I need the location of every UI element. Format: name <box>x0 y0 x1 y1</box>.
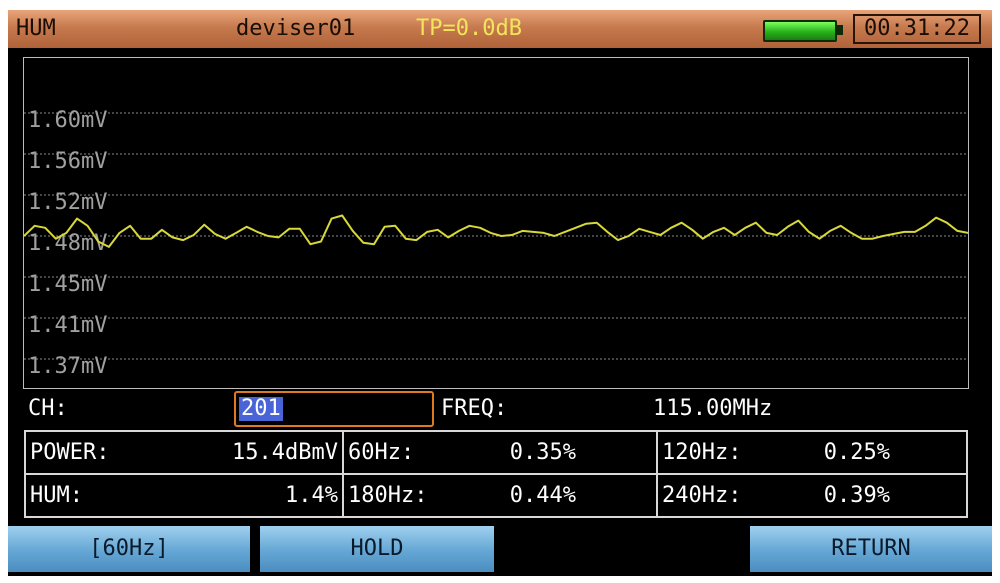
hz60-label: 60Hz: <box>348 440 415 465</box>
softkey-hold[interactable]: HOLD <box>260 526 494 572</box>
hum-graph-canvas: 1.60mV 1.56mV 1.52mV 1.48mV 1.45mV 1.41mV 1.37… <box>24 108 968 379</box>
softkey-empty[interactable] <box>498 526 746 572</box>
power-value: 15.4dBmV <box>232 440 338 465</box>
hum-graph: 1.60mV 1.56mV 1.52mV 1.48mV 1.45mV 1.41mV 1.37… <box>23 57 969 389</box>
hz180-value: 0.44% <box>509 483 576 508</box>
power-label: POWER: <box>30 440 110 465</box>
top-status-bar: HUM deviser01 TP=0.0dB 00:31:22 <box>8 10 992 48</box>
channel-value: 201 <box>239 396 283 421</box>
battery-icon <box>763 20 837 42</box>
measurement-cell: POWER: 15.4dBmV <box>24 430 344 475</box>
graph-level-label: 1.48mV <box>28 231 107 256</box>
measurement-table: POWER: 15.4dBmV 60Hz: 0.35% 120Hz: 0.25%… <box>24 430 968 518</box>
frequency-value: 115.00MHz <box>653 396 773 421</box>
hz60-value: 0.35% <box>509 440 576 465</box>
hz120-value: 0.25% <box>823 440 890 465</box>
measurement-cell: 240Hz: 0.39% <box>656 473 968 518</box>
frequency-label: FREQ: <box>441 396 508 421</box>
hz120-label: 120Hz: <box>662 440 742 465</box>
measurement-cell: 60Hz: 0.35% <box>342 430 658 475</box>
hum-label: HUM: <box>30 483 83 508</box>
channel-label: CH: <box>28 396 68 421</box>
hum-trace <box>24 214 968 248</box>
measurement-cell: HUM: 1.4% <box>24 473 344 518</box>
graph-level-label: 1.60mV <box>28 108 107 133</box>
measurement-row: POWER: 15.4dBmV 60Hz: 0.35% 120Hz: 0.25% <box>24 430 968 475</box>
graph-level-label: 1.37mV <box>28 354 107 379</box>
softkey-60hz[interactable]: [60Hz] <box>8 526 250 572</box>
measurement-cell: 180Hz: 0.44% <box>342 473 658 518</box>
graph-level-label: 1.56mV <box>28 149 107 174</box>
mode-label: HUM <box>16 16 56 41</box>
hum-value: 1.4% <box>285 483 338 508</box>
channel-input[interactable]: 201 <box>234 391 434 427</box>
hz180-label: 180Hz: <box>348 483 428 508</box>
graph-level-label: 1.45mV <box>28 272 107 297</box>
hz240-label: 240Hz: <box>662 483 742 508</box>
graph-level-label: 1.52mV <box>28 190 107 215</box>
measurement-cell: 120Hz: 0.25% <box>656 430 968 475</box>
device-name: deviser01 <box>236 16 356 41</box>
analyzer-screen: HUM deviser01 TP=0.0dB 00:31:22 1.60mV 1.… <box>8 10 992 576</box>
graph-level-label: 1.41mV <box>28 313 107 338</box>
hz240-value: 0.39% <box>823 483 890 508</box>
measurement-row: HUM: 1.4% 180Hz: 0.44% 240Hz: 0.39% <box>24 473 968 518</box>
softkey-return[interactable]: RETURN <box>750 526 992 572</box>
tp-level: TP=0.0dB <box>416 16 522 41</box>
clock: 00:31:22 <box>853 14 981 44</box>
battery-tip-icon <box>837 25 843 35</box>
